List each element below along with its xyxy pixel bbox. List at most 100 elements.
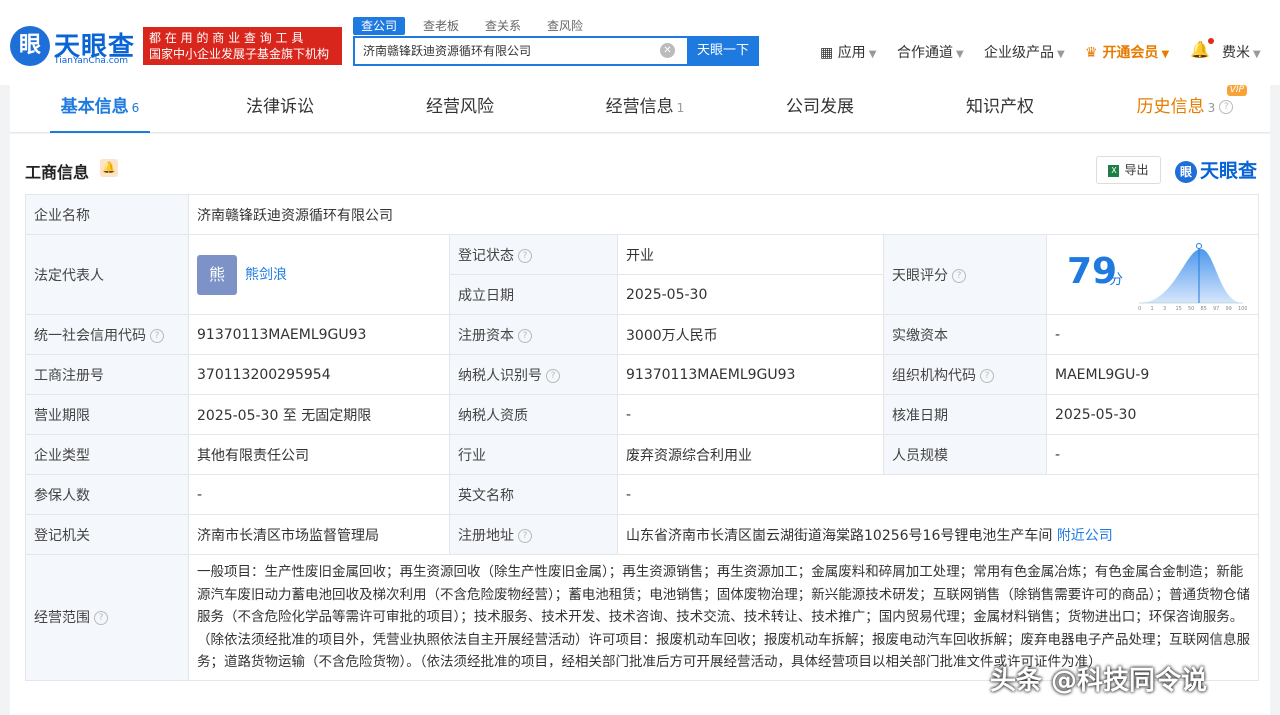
nav-enterprise-label: 企业级产品 [984, 45, 1054, 61]
chevron-down-icon: ▼ [956, 49, 964, 60]
tab-development[interactable]: 公司发展 [770, 85, 870, 133]
search-tab-relation[interactable]: 查关系 [477, 17, 529, 35]
table-row: 企业类型 其他有限责任公司 行业 废弃资源综合利用业 人员规模 - [25, 434, 1259, 475]
english-name-label: 英文名称 [449, 474, 618, 515]
paid-capital-value: - [1046, 314, 1259, 355]
grid-icon: ▦ [820, 45, 834, 61]
table-row: 法定代表人 熊熊剑浪 登记状态? 开业 天眼评分? 79 分 0 1 3 15 50 85… [25, 234, 1259, 315]
score-axis-tick: 99 [1226, 306, 1232, 311]
address-label: 注册地址? [449, 514, 618, 555]
score-label: 天眼评分? [883, 234, 1047, 315]
search-tab-boss[interactable]: 查老板 [415, 17, 467, 35]
reg-capital-value: 3000万人民币 [617, 314, 884, 355]
search-input[interactable]: 济南赣锋跃迪资源循环有限公司 ✕ [353, 36, 687, 66]
logo-mark-icon: 眼 [10, 26, 50, 66]
help-icon[interactable]: ? [518, 528, 532, 543]
type-value: 其他有限责任公司 [188, 434, 450, 475]
score-cell[interactable]: 79 分 0 1 3 15 50 85 97 99 100 [1046, 234, 1259, 315]
tab-basic-info[interactable]: 基本信息 6 [50, 85, 150, 133]
table-row: 登记机关 济南市长清区市场监督管理局 注册地址? 山东省济南市长清区崮云湖街道海… [25, 514, 1259, 555]
score-unit: 分 [1109, 272, 1123, 288]
content-tabs: 基本信息 6 法律诉讼 经营风险 经营信息 1 公司发展 知识产权 历史信息 3? VI… [10, 85, 1270, 133]
legal-rep-cell: 熊熊剑浪 [188, 234, 450, 315]
table-row: 营业期限 2025-05-30 至 无固定期限 纳税人资质 - 核准日期 202… [25, 394, 1259, 435]
help-icon[interactable]: ? [546, 368, 560, 383]
tab-count: 6 [131, 101, 140, 115]
help-icon[interactable]: ? [980, 368, 994, 383]
tab-ip[interactable]: 知识产权 [950, 85, 1050, 133]
help-icon[interactable]: ? [518, 248, 532, 263]
table-row: 工商注册号 370113200295954 纳税人识别号? 91370113MA… [25, 354, 1259, 395]
term-label: 营业期限 [25, 394, 189, 435]
chevron-down-icon: ▼ [1253, 49, 1261, 60]
promo-line-2: 国家中小企业发展子基金旗下机构 [149, 47, 330, 61]
notification-bell-icon[interactable]: 🔔 [1190, 40, 1210, 60]
promo-banner[interactable]: 都 在 用 的 商 业 查 询 工 具 国家中小企业发展子基金旗下机构 [143, 27, 342, 65]
taxpayer-id-label-text: 纳税人识别号 [458, 367, 542, 384]
tab-label: 知识产权 [966, 97, 1034, 117]
score-axis-tick: 0 [1138, 306, 1141, 311]
approval-date-label: 核准日期 [883, 394, 1047, 435]
section-logo-text: 天眼查 [1200, 160, 1258, 182]
address-cell: 山东省济南市长清区崮云湖街道海棠路10256号16号锂电池生产车间 附近公司 [617, 514, 1259, 555]
taxpayer-id-label: 纳税人识别号? [449, 354, 618, 395]
staff-value: - [1046, 434, 1259, 475]
help-icon[interactable]: ? [94, 611, 108, 626]
search-tab-risk[interactable]: 查风险 [539, 17, 591, 35]
company-name-value: 济南赣锋跃迪资源循环有限公司 [188, 194, 1259, 235]
nav-vip[interactable]: ♛ 开通会员 ▼ [1085, 42, 1169, 62]
founded-label: 成立日期 [449, 274, 618, 315]
nav-apps[interactable]: ▦ 应用 ▼ [820, 42, 876, 62]
score-axis-tick: 15 [1176, 306, 1182, 311]
type-label: 企业类型 [25, 434, 189, 475]
reg-no-value: 370113200295954 [188, 354, 450, 395]
tab-operations[interactable]: 经营信息 1 [590, 85, 700, 133]
tab-legal[interactable]: 法律诉讼 [230, 85, 330, 133]
nav-enterprise[interactable]: 企业级产品 ▼ [984, 42, 1065, 62]
reg-no-label: 工商注册号 [25, 354, 189, 395]
help-icon[interactable]: ? [1219, 100, 1234, 114]
clear-icon[interactable]: ✕ [660, 43, 675, 58]
reg-status-value: 开业 [617, 234, 884, 275]
authority-label: 登记机关 [25, 514, 189, 555]
score-distribution-chart: 0 1 3 15 50 85 97 99 100 [1138, 243, 1247, 311]
score-label-text: 天眼评分 [892, 267, 948, 284]
address-label-text: 注册地址 [458, 527, 514, 544]
industry-value: 废弃资源综合利用业 [617, 434, 884, 475]
nav-cooperation[interactable]: 合作通道 ▼ [897, 42, 964, 62]
reg-capital-label-text: 注册资本 [458, 327, 514, 344]
legal-rep-link[interactable]: 熊剑浪 [245, 267, 287, 283]
nav-user[interactable]: 费米 ▼ [1222, 42, 1261, 62]
tab-label: 基本信息 [60, 97, 129, 117]
org-code-label: 组织机构代码? [883, 354, 1047, 395]
search-button[interactable]: 天眼一下 [687, 36, 759, 66]
scope-label-text: 经营范围 [34, 610, 90, 627]
score-axis-tick: 100 [1238, 306, 1247, 311]
follow-bell-icon[interactable]: 🔔 [100, 159, 118, 177]
tab-label: 历史信息 [1136, 97, 1205, 117]
nearby-companies-link[interactable]: 附近公司 [1057, 528, 1113, 544]
table-row: 统一社会信用代码? 91370113MAEML9GU93 注册资本? 3000万… [25, 314, 1259, 355]
search-tab-company[interactable]: 查公司 [353, 17, 406, 35]
help-icon[interactable]: ? [150, 328, 164, 343]
credit-code-value: 91370113MAEML9GU93 [188, 314, 450, 355]
tab-label: 法律诉讼 [246, 97, 314, 117]
main-content: 工商信息 🔔 X 导出 眼天眼查 企业名称 济南赣锋跃迪资源循环有限公司 法定代表… [10, 134, 1270, 715]
tab-history[interactable]: 历史信息 3? VIP [1125, 85, 1247, 133]
export-button[interactable]: X 导出 [1096, 156, 1161, 184]
industry-label: 行业 [449, 434, 618, 475]
table-row: 参保人数 - 英文名称 - [25, 474, 1259, 515]
tab-risk[interactable]: 经营风险 [410, 85, 510, 133]
table-row: 企业名称 济南赣锋跃迪资源循环有限公司 [25, 194, 1259, 235]
avatar[interactable]: 熊 [197, 254, 237, 295]
tianyancha-logo[interactable]: 眼 天眼查 TianYanCha.com [10, 26, 138, 68]
legal-rep-label: 法定代表人 [25, 234, 189, 315]
insured-label: 参保人数 [25, 474, 189, 515]
help-icon[interactable]: ? [518, 328, 532, 343]
help-icon[interactable]: ? [952, 268, 966, 283]
section-title: 工商信息 [25, 163, 90, 182]
nav-apps-label: 应用 [837, 45, 866, 61]
logo-domain: TianYanCha.com [54, 56, 129, 66]
english-name-value: - [617, 474, 1259, 515]
tab-count: 3 [1207, 101, 1216, 115]
